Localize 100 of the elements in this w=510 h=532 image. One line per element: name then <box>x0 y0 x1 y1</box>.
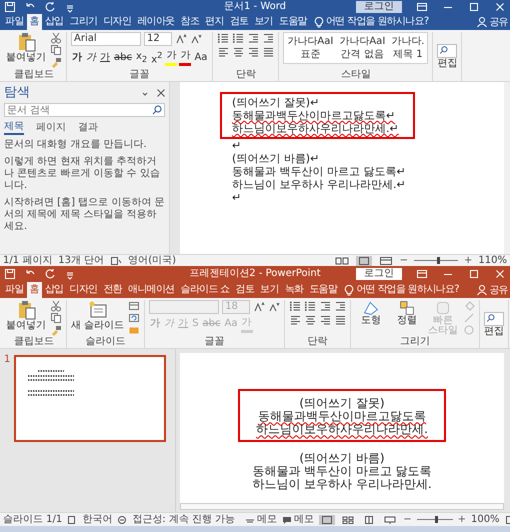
search-field[interactable]: 문서 검색 <box>4 103 165 117</box>
share-button[interactable]: 공유 <box>476 282 510 298</box>
numbered-list-icon[interactable] <box>304 300 316 312</box>
ribbon-tab[interactable]: 검토 <box>226 14 252 30</box>
zoom-level[interactable]: 100% <box>470 514 500 526</box>
view-icon[interactable] <box>378 256 394 266</box>
maximize-icon[interactable] <box>468 268 480 280</box>
format-button[interactable]: 가 <box>85 50 97 65</box>
brush-icon[interactable] <box>50 324 62 336</box>
save-icon[interactable] <box>4 1 16 13</box>
lightbulb-icon[interactable] <box>312 16 325 28</box>
ribbon-display-icon[interactable] <box>416 1 428 13</box>
align-right-icon[interactable] <box>247 46 260 58</box>
ribbon-tab[interactable]: 레이아웃 <box>134 14 178 30</box>
editing-button[interactable]: 편집 <box>484 312 504 337</box>
reset-icon[interactable] <box>128 312 140 324</box>
maximize-icon[interactable] <box>468 1 480 13</box>
shrink-font-icon[interactable] <box>268 300 280 313</box>
ribbon-tab[interactable]: 파일 <box>2 14 27 30</box>
bullet-list-icon[interactable] <box>289 300 302 312</box>
pane-tab[interactable]: 결과 <box>78 120 98 135</box>
format-button[interactable]: x$_{2}$ <box>134 50 148 66</box>
redo-icon[interactable] <box>44 1 56 13</box>
format-button[interactable]: 가 <box>179 49 192 66</box>
indent-icon[interactable] <box>247 32 260 44</box>
ribbon-tab[interactable]: 도움말 <box>276 14 310 30</box>
close-icon[interactable] <box>155 86 165 98</box>
justify-icon[interactable] <box>262 46 274 58</box>
zoom-out-button[interactable]: − <box>400 256 408 266</box>
ribbon-tab[interactable]: 파일 <box>2 282 27 298</box>
scrollbar[interactable] <box>504 82 510 254</box>
slider-thumb[interactable] <box>435 516 438 524</box>
copy-icon[interactable] <box>50 44 62 56</box>
ribbon-tab[interactable]: 디자인 <box>100 14 134 30</box>
search-icon[interactable] <box>151 104 163 116</box>
outdent-icon[interactable] <box>334 300 346 312</box>
grow-font-icon[interactable] <box>253 300 266 313</box>
comments-button[interactable]: 메모 <box>282 514 314 526</box>
ribbon-tab[interactable]: 애니메이션 <box>125 282 178 298</box>
view-icon[interactable] <box>382 514 398 525</box>
scissors-icon[interactable] <box>50 300 62 312</box>
ribbon-tab[interactable]: 검토 <box>232 282 258 298</box>
format-button[interactable]: Aa <box>193 50 208 65</box>
share-button[interactable]: 공유 <box>476 14 510 30</box>
numbered-list-icon[interactable] <box>232 32 244 44</box>
outdent-icon[interactable] <box>262 32 274 44</box>
ribbon-tab[interactable]: 삽입 <box>42 282 67 298</box>
ribbon-tab[interactable]: 참조 <box>178 14 202 30</box>
ribbon-tab[interactable]: 전환 <box>100 282 126 298</box>
ribbon-tab[interactable]: 디자인 <box>66 282 100 298</box>
shrink-font-icon[interactable] <box>190 33 202 45</box>
accessibility-icon[interactable] <box>117 514 128 525</box>
drawing-button[interactable]: 도형 <box>355 300 388 326</box>
ribbon-tab[interactable]: 편지 <box>202 14 227 30</box>
indent-icon[interactable] <box>319 300 332 312</box>
tell-me-field[interactable]: 어떤 작업을 원하시나요? <box>326 14 428 30</box>
ribbon-tab[interactable]: 삽입 <box>42 14 67 30</box>
align-center-icon[interactable] <box>304 314 316 326</box>
scissors-icon[interactable] <box>50 32 62 44</box>
spellcheck-icon[interactable] <box>67 514 78 525</box>
slide-thumbnail[interactable] <box>14 355 166 442</box>
tell-me-field[interactable]: 어떤 작업을 원하시나요? <box>356 282 459 298</box>
paste-button[interactable]: 붙여넣기 <box>6 300 46 331</box>
close-icon[interactable] <box>494 1 506 13</box>
ribbon-tab[interactable]: 보기 <box>251 14 276 30</box>
align-right-icon[interactable] <box>319 314 332 326</box>
lightbulb-icon[interactable] <box>343 284 356 296</box>
slider-thumb[interactable] <box>437 257 440 264</box>
ribbon-tab[interactable]: 그리기 <box>66 14 100 30</box>
format-button[interactable]: x$^{2}$ <box>150 48 164 68</box>
login-button[interactable]: 로그인 <box>356 268 402 280</box>
zoom-out-button[interactable]: − <box>403 514 412 525</box>
layout-icon[interactable] <box>128 300 140 312</box>
paste-button[interactable]: 붙여넣기 <box>6 32 46 63</box>
style-option[interactable]: 가나다AaI 표준 <box>284 33 336 63</box>
ribbon-tab[interactable]: 보기 <box>257 282 282 298</box>
drawing-button[interactable]: 정렬 <box>391 300 424 326</box>
ribbon-tab[interactable]: 녹화 <box>282 282 306 298</box>
style-option[interactable]: 가나다AaI 간격 없음 <box>336 33 388 63</box>
scrollbar[interactable] <box>180 503 504 510</box>
ribbon-tab[interactable]: 홈 <box>26 282 42 298</box>
save-icon[interactable] <box>4 268 16 280</box>
font-name-field[interactable]: Arial <box>71 32 141 46</box>
styles-gallery[interactable]: 가나다AaI 표준 가나다AaI 간격 없음 가나다. 제목 1 <box>283 32 428 64</box>
pane-tab[interactable]: 제목 <box>4 120 24 135</box>
format-button[interactable]: abc <box>113 50 133 65</box>
editing-button[interactable]: 편집 <box>437 44 458 69</box>
justify-icon[interactable] <box>334 314 346 326</box>
format-button[interactable]: 가 <box>165 49 178 66</box>
bullet-list-icon[interactable] <box>217 32 230 44</box>
view-icon[interactable] <box>319 514 336 525</box>
ribbon-tab[interactable]: 도움말 <box>306 282 340 298</box>
view-icon[interactable] <box>340 514 356 525</box>
ribbon-display-icon[interactable] <box>416 268 428 280</box>
zoom-in-button[interactable]: + <box>458 514 466 525</box>
redo-icon[interactable] <box>44 268 56 280</box>
align-left-icon[interactable] <box>289 314 302 326</box>
ribbon-tab[interactable]: 홈 <box>26 14 42 30</box>
view-icon[interactable] <box>356 256 372 266</box>
ribbon-tab[interactable]: 슬라이드 쇼 <box>178 282 233 298</box>
